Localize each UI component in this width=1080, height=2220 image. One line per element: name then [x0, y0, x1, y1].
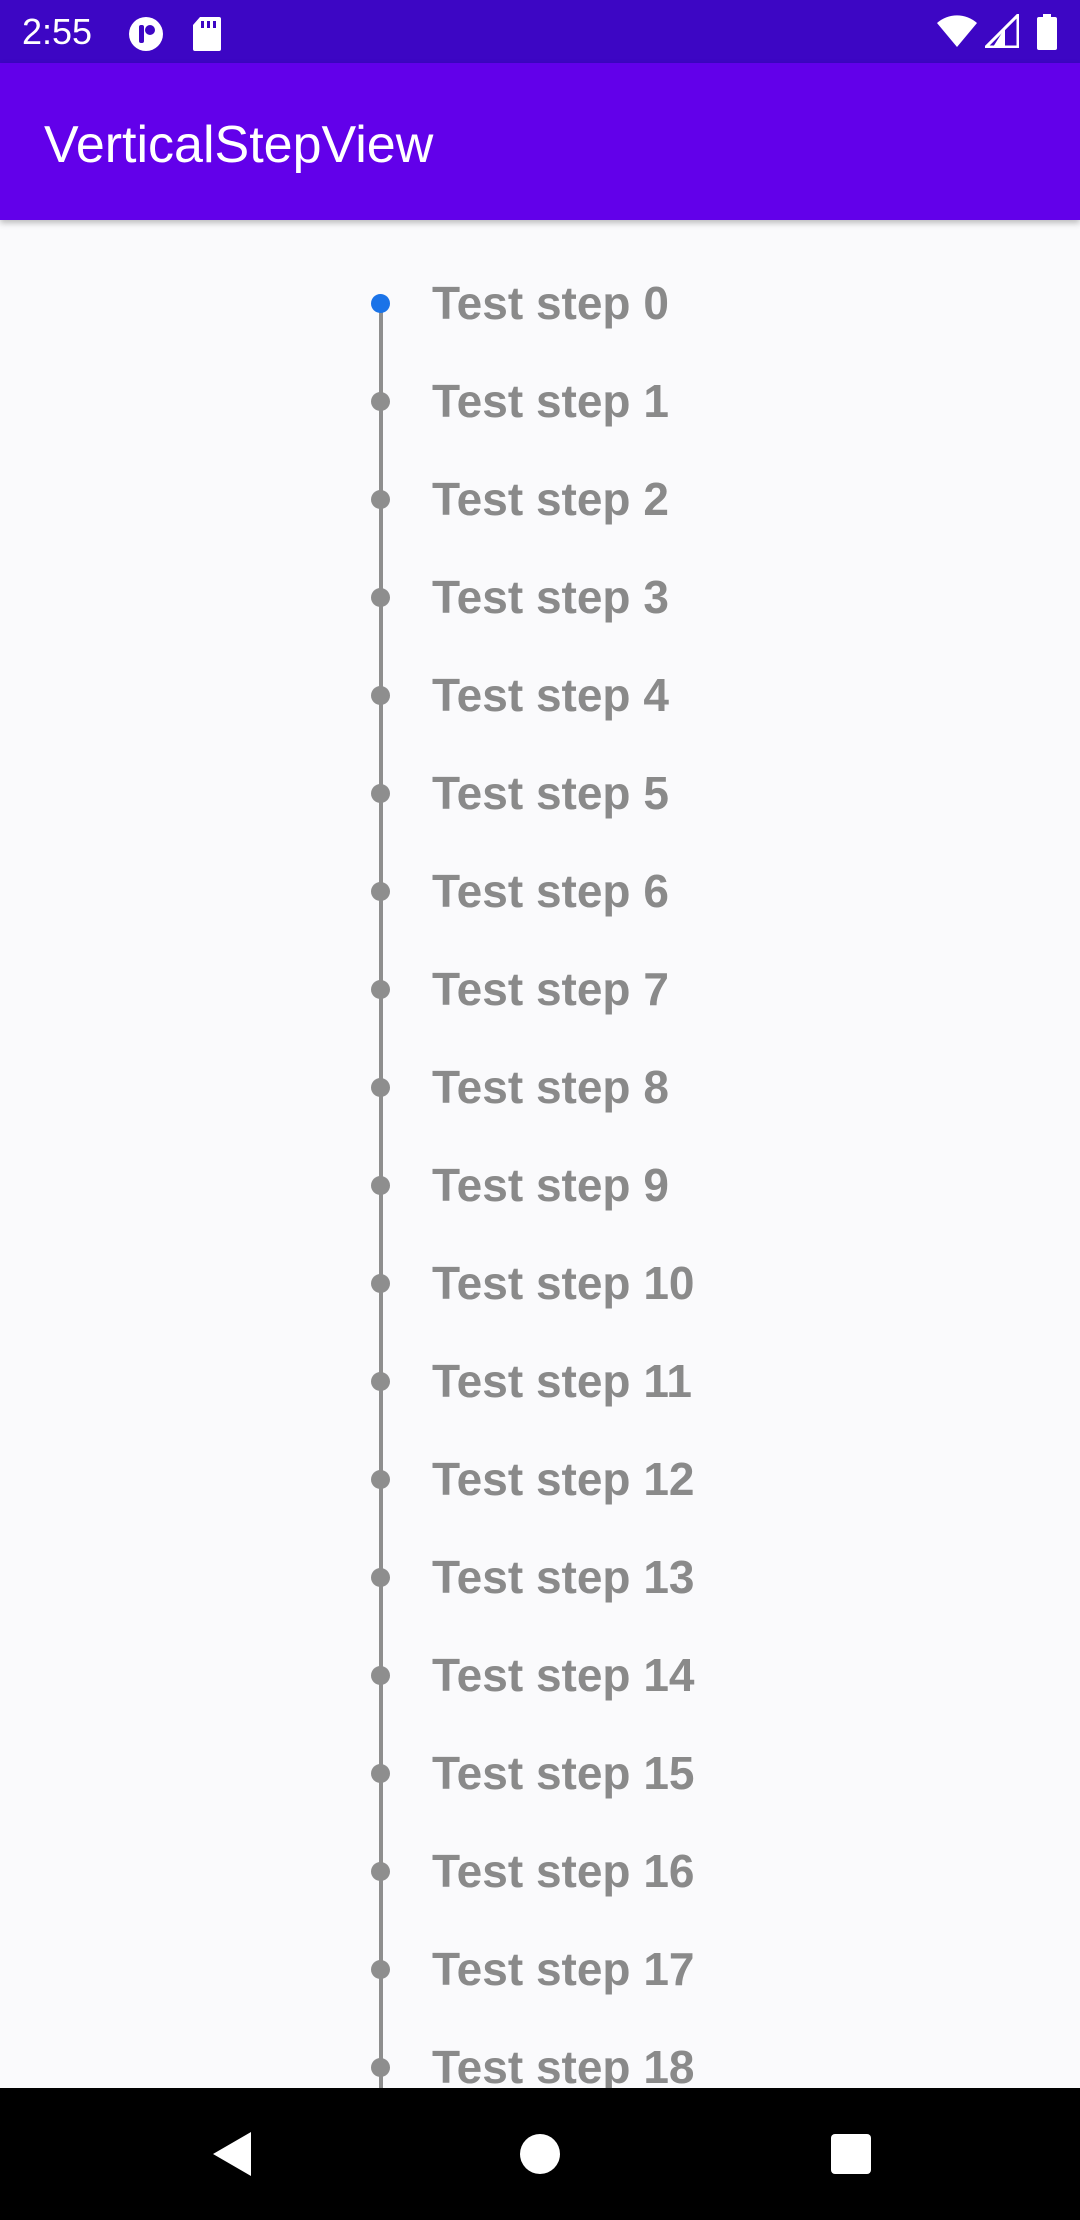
step-item[interactable]: Test step 14 — [0, 1592, 1080, 1701]
step-item[interactable]: Test step 18 — [0, 1984, 1080, 2088]
step-item[interactable]: Test step 16 — [0, 1788, 1080, 1897]
step-indicator — [371, 392, 390, 411]
home-button[interactable] — [510, 2124, 570, 2184]
status-bar: 2:55 — [0, 0, 1080, 63]
step-label: Test step 18 — [432, 2041, 695, 2088]
status-time: 2:55 — [22, 11, 93, 52]
step-indicator — [371, 980, 390, 999]
step-item[interactable]: Test step 8 — [0, 1004, 1080, 1113]
step-indicator-active — [371, 294, 390, 313]
step-indicator — [371, 882, 390, 901]
recents-button[interactable] — [821, 2124, 881, 2184]
app-notification-icon — [128, 16, 164, 57]
step-item[interactable]: Test step 5 — [0, 710, 1080, 819]
step-item[interactable]: Test step 3 — [0, 514, 1080, 623]
step-item[interactable]: Test step 15 — [0, 1690, 1080, 1799]
step-indicator — [371, 2058, 390, 2077]
app-title: VerticalStepView — [44, 116, 434, 174]
step-item[interactable]: Test step 6 — [0, 808, 1080, 917]
back-icon — [213, 2132, 251, 2176]
step-item[interactable]: Test step 0 — [0, 220, 1080, 329]
step-item[interactable]: Test step 2 — [0, 416, 1080, 525]
step-indicator — [371, 1470, 390, 1489]
back-button[interactable] — [203, 2124, 263, 2184]
step-indicator — [371, 1960, 390, 1979]
battery-icon — [1036, 14, 1058, 55]
step-indicator — [371, 686, 390, 705]
step-indicator — [371, 1568, 390, 1587]
step-indicator — [371, 1372, 390, 1391]
sd-card-icon — [192, 16, 222, 57]
step-item[interactable]: Test step 10 — [0, 1200, 1080, 1309]
step-item[interactable]: Test step 9 — [0, 1102, 1080, 1211]
step-indicator — [371, 784, 390, 803]
step-indicator — [371, 588, 390, 607]
step-indicator — [371, 1764, 390, 1783]
step-indicator — [371, 1666, 390, 1685]
phone-screen: 2:55 VerticalStepView Test step 0 Test s… — [0, 0, 1080, 2220]
vertical-step-view[interactable]: Test step 0 Test step 1 Test step 2 Test st… — [0, 220, 1080, 2088]
navigation-bar — [0, 2088, 1080, 2220]
signal-icon — [982, 11, 1020, 53]
step-item[interactable]: Test step 4 — [0, 612, 1080, 721]
app-bar: VerticalStepView — [0, 63, 1080, 220]
step-indicator — [371, 1078, 390, 1097]
step-item[interactable]: Test step 7 — [0, 906, 1080, 1015]
step-indicator — [371, 1274, 390, 1293]
step-item[interactable]: Test step 12 — [0, 1396, 1080, 1505]
step-indicator — [371, 1862, 390, 1881]
step-indicator — [371, 490, 390, 509]
step-item[interactable]: Test step 13 — [0, 1494, 1080, 1603]
home-icon — [520, 2134, 560, 2174]
step-item[interactable]: Test step 1 — [0, 318, 1080, 427]
step-item[interactable]: Test step 11 — [0, 1298, 1080, 1407]
step-item[interactable]: Test step 17 — [0, 1886, 1080, 1995]
wifi-icon — [936, 14, 978, 53]
step-indicator — [371, 1176, 390, 1195]
recents-icon — [831, 2134, 871, 2174]
